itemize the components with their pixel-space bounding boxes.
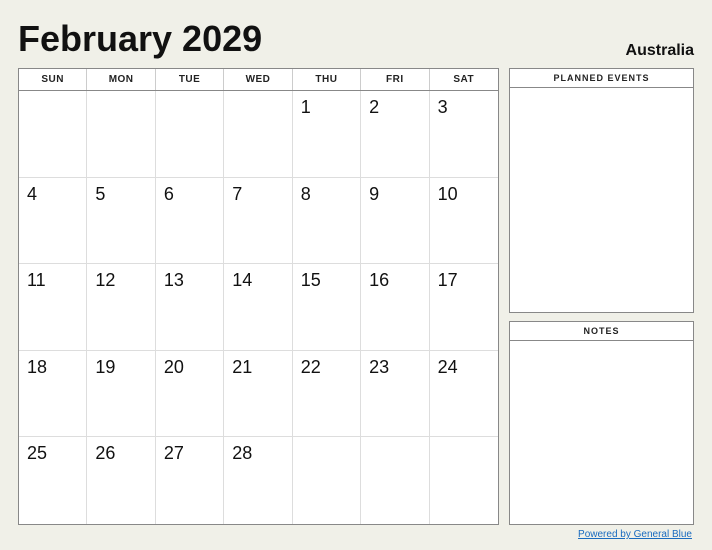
calendar-day-4: 4 — [19, 178, 87, 265]
day-name-fri: FRI — [361, 69, 429, 90]
day-number: 20 — [164, 357, 184, 378]
day-number: 7 — [232, 184, 242, 205]
calendar-day-28: 28 — [224, 437, 292, 524]
planned-events-content — [510, 88, 693, 312]
calendar-day-empty — [156, 91, 224, 178]
day-name-sun: SUN — [19, 69, 87, 90]
calendar-day-5: 5 — [87, 178, 155, 265]
month-year-title: February 2029 — [18, 18, 262, 60]
day-number: 24 — [438, 357, 458, 378]
calendar-day-24: 24 — [430, 351, 498, 438]
planned-events-title: PLANNED EVENTS — [510, 69, 693, 88]
calendar-day-21: 21 — [224, 351, 292, 438]
day-name-thu: THU — [293, 69, 361, 90]
day-number: 25 — [27, 443, 47, 464]
planned-events-box: PLANNED EVENTS — [509, 68, 694, 313]
day-name-tue: TUE — [156, 69, 224, 90]
day-number: 28 — [232, 443, 252, 464]
calendar-day-3: 3 — [430, 91, 498, 178]
calendar-day-headers: SUNMONTUEWEDTHUFRISAT — [19, 69, 498, 91]
notes-title: NOTES — [510, 322, 693, 341]
day-number: 1 — [301, 97, 311, 118]
calendar-day-20: 20 — [156, 351, 224, 438]
powered-by-footer: Powered by General Blue — [18, 529, 694, 540]
calendar-day-empty — [87, 91, 155, 178]
notes-content — [510, 341, 693, 524]
calendar-sidebar: PLANNED EVENTS NOTES — [509, 68, 694, 525]
calendar-day-27: 27 — [156, 437, 224, 524]
country-label: Australia — [626, 42, 694, 60]
day-number: 12 — [95, 270, 115, 291]
calendar-day-6: 6 — [156, 178, 224, 265]
main-area: SUNMONTUEWEDTHUFRISAT 123456789101112131… — [18, 68, 694, 525]
calendar-day-22: 22 — [293, 351, 361, 438]
day-number: 9 — [369, 184, 379, 205]
calendar-day-16: 16 — [361, 264, 429, 351]
calendar-day-empty — [19, 91, 87, 178]
day-number: 23 — [369, 357, 389, 378]
calendar-day-empty — [224, 91, 292, 178]
day-number: 13 — [164, 270, 184, 291]
calendar-day-12: 12 — [87, 264, 155, 351]
notes-box: NOTES — [509, 321, 694, 525]
day-number: 11 — [27, 270, 46, 291]
calendar-day-1: 1 — [293, 91, 361, 178]
calendar-day-17: 17 — [430, 264, 498, 351]
calendar-day-9: 9 — [361, 178, 429, 265]
day-number: 26 — [95, 443, 115, 464]
day-number: 27 — [164, 443, 184, 464]
calendar-day-14: 14 — [224, 264, 292, 351]
day-number: 4 — [27, 184, 37, 205]
calendar-day-11: 11 — [19, 264, 87, 351]
calendar-day-2: 2 — [361, 91, 429, 178]
day-number: 14 — [232, 270, 252, 291]
day-name-wed: WED — [224, 69, 292, 90]
calendar-day-8: 8 — [293, 178, 361, 265]
calendar-day-15: 15 — [293, 264, 361, 351]
day-name-mon: MON — [87, 69, 155, 90]
calendar-day-10: 10 — [430, 178, 498, 265]
day-number: 18 — [27, 357, 47, 378]
calendar-page: February 2029 Australia SUNMONTUEWEDTHUF… — [0, 0, 712, 550]
day-number: 6 — [164, 184, 174, 205]
calendar-day-empty — [430, 437, 498, 524]
page-header: February 2029 Australia — [18, 18, 694, 60]
calendar-day-23: 23 — [361, 351, 429, 438]
calendar-day-7: 7 — [224, 178, 292, 265]
day-number: 15 — [301, 270, 321, 291]
calendar-day-25: 25 — [19, 437, 87, 524]
day-number: 5 — [95, 184, 105, 205]
day-number: 10 — [438, 184, 458, 205]
day-number: 19 — [95, 357, 115, 378]
day-number: 16 — [369, 270, 389, 291]
day-number: 2 — [369, 97, 379, 118]
calendar-grid-section: SUNMONTUEWEDTHUFRISAT 123456789101112131… — [18, 68, 499, 525]
calendar-day-26: 26 — [87, 437, 155, 524]
calendar-day-empty — [293, 437, 361, 524]
day-number: 22 — [301, 357, 321, 378]
day-number: 21 — [232, 357, 252, 378]
calendar-day-19: 19 — [87, 351, 155, 438]
calendar-grid: 1234567891011121314151617181920212223242… — [19, 91, 498, 524]
day-number: 17 — [438, 270, 458, 291]
powered-by-link[interactable]: Powered by General Blue — [578, 529, 692, 540]
calendar-day-18: 18 — [19, 351, 87, 438]
day-number: 8 — [301, 184, 311, 205]
day-number: 3 — [438, 97, 448, 118]
calendar-day-empty — [361, 437, 429, 524]
calendar-day-13: 13 — [156, 264, 224, 351]
day-name-sat: SAT — [430, 69, 498, 90]
